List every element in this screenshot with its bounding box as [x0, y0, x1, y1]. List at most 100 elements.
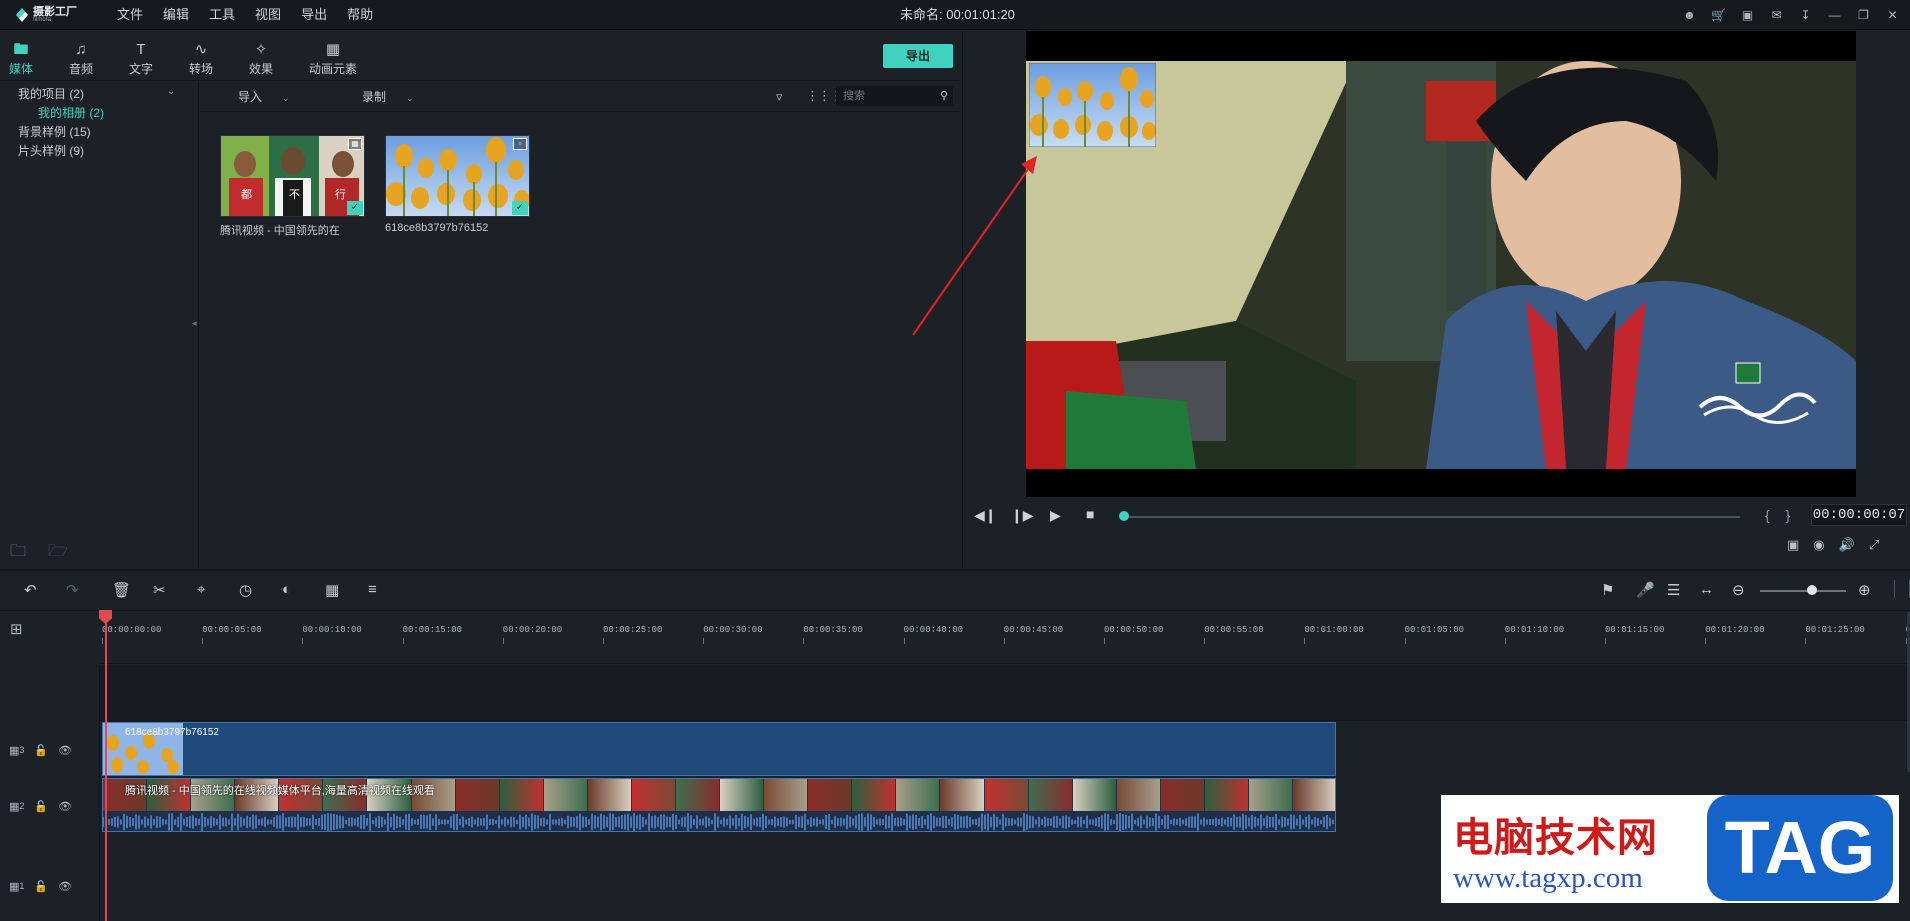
marker-icon[interactable]: ⚑: [1601, 581, 1614, 599]
chevron-down-icon[interactable]: ⌄: [167, 86, 175, 97]
ruler-tick: [302, 638, 304, 644]
ruler-label: 00:00:10:00: [302, 625, 362, 635]
fit-timeline-icon[interactable]: ↔: [1699, 581, 1714, 598]
playhead[interactable]: [105, 612, 107, 921]
zoom-in-icon[interactable]: ⊕: [1858, 581, 1871, 599]
account-icon[interactable]: ☻: [1682, 8, 1697, 23]
tree-background-samples[interactable]: 背景样例 (15): [18, 123, 91, 140]
svg-text:不: 不: [289, 188, 300, 201]
download-icon[interactable]: ↧: [1798, 8, 1813, 23]
green-screen-icon[interactable]: ▦: [325, 581, 339, 599]
scrubber-handle[interactable]: [1119, 511, 1129, 521]
tab-elements[interactable]: ▦ 动画元素: [305, 40, 361, 77]
play-icon[interactable]: ▶: [1050, 507, 1061, 524]
menu-export[interactable]: 导出: [291, 0, 337, 30]
tab-media-label: 媒体: [8, 62, 33, 76]
ruler-tick: [1003, 638, 1005, 644]
media-thumb-video[interactable]: 都 不 行 ▦ ✓: [220, 135, 365, 217]
snapshot-icon[interactable]: ◉: [1813, 537, 1824, 553]
speed-icon[interactable]: ◷: [239, 581, 252, 599]
ruler-label: 00:00:40:00: [903, 625, 964, 635]
tab-media[interactable]: 🖿 媒体: [0, 40, 49, 77]
tree-my-album[interactable]: 我的相册 (2): [38, 104, 104, 121]
tab-effects[interactable]: ✧ 效果: [233, 40, 289, 77]
mixer-icon[interactable]: ☰: [1667, 581, 1680, 599]
add-track-icon[interactable]: ⊞: [10, 620, 23, 638]
timeline-clip-video[interactable]: 腾讯视频 - 中国领先的在线视频媒体平台,海量高清视频在线观看: [102, 778, 1336, 832]
show-logo-watermark: [1698, 362, 1817, 424]
volume-icon[interactable]: 🔊: [1839, 537, 1855, 553]
clip-frame: [1293, 779, 1335, 811]
zoom-slider[interactable]: [1760, 590, 1846, 592]
clip-frame: [1204, 779, 1250, 811]
clip-frame: [631, 779, 677, 811]
export-button[interactable]: 导出: [883, 44, 953, 68]
filter-icon[interactable]: ▿: [776, 89, 783, 105]
document-title: 未命名: 00:01:01:20: [900, 7, 1015, 22]
cart-icon[interactable]: 🛒: [1711, 8, 1726, 23]
save-icon[interactable]: ▣: [1740, 8, 1755, 23]
track-header-3: ▦ 3 🔓 👁: [0, 740, 100, 760]
tree-intro-samples[interactable]: 片头样例 (9): [18, 142, 84, 159]
lock-icon[interactable]: 🔓: [34, 800, 48, 813]
delete-icon[interactable]: 🗑: [112, 581, 131, 599]
menu-help[interactable]: 帮助: [337, 0, 383, 30]
search-icon[interactable]: ⚲: [940, 89, 948, 102]
previous-frame-icon[interactable]: ◀❙: [974, 507, 997, 524]
mail-icon[interactable]: ✉: [1769, 8, 1784, 23]
fullscreen-icon[interactable]: ⤢: [1869, 537, 1879, 553]
ruler-label: 00:01:15:00: [1605, 625, 1665, 635]
minimize-icon[interactable]: —: [1827, 8, 1842, 23]
color-icon[interactable]: ◐: [282, 581, 291, 598]
eye-icon[interactable]: 👁: [58, 880, 72, 893]
ruler-tick: [1304, 638, 1306, 644]
zoom-slider-handle[interactable]: [1807, 585, 1817, 595]
restore-icon[interactable]: ❐: [1856, 8, 1871, 23]
tab-audio[interactable]: ♫ 音频: [53, 40, 109, 77]
menu-tools[interactable]: 工具: [199, 0, 245, 30]
menu-bar: 文件 编辑 工具 视图 导出 帮助: [107, 0, 383, 30]
timeline-clip-image[interactable]: 618ce8b3797b76152: [102, 722, 1336, 776]
cut-icon[interactable]: ✂: [153, 581, 166, 599]
clip-frame: [720, 779, 765, 811]
voiceover-icon[interactable]: 🎤: [1636, 581, 1655, 599]
media-thumb-image[interactable]: ▫ ✓: [385, 135, 530, 217]
menu-view[interactable]: 视图: [245, 0, 291, 30]
preview-timecode[interactable]: 00:00:00:07: [1811, 504, 1907, 526]
folder-icon: 🖿: [13, 41, 29, 58]
menu-edit[interactable]: 编辑: [153, 0, 199, 30]
tab-text[interactable]: T 文字: [113, 40, 169, 77]
pip-tulip-overlay: [1029, 63, 1156, 147]
delete-folder-icon[interactable]: 🗁: [48, 540, 68, 567]
tree-my-projects[interactable]: 我的项目 (2): [18, 85, 84, 102]
search-input[interactable]: [843, 88, 931, 104]
panel-toggle-icon[interactable]: [1894, 580, 1910, 598]
import-dropdown[interactable]: 导入 ⌄: [238, 82, 290, 113]
crop-icon[interactable]: ⌖: [197, 581, 205, 598]
mark-in-out-icon[interactable]: { }: [1765, 507, 1796, 523]
collapse-left-icon[interactable]: ◂: [192, 318, 197, 330]
lock-icon[interactable]: 🔓: [34, 880, 48, 893]
menu-file[interactable]: 文件: [107, 0, 153, 30]
display-settings-icon[interactable]: ▣: [1787, 537, 1799, 553]
close-icon[interactable]: ✕: [1885, 8, 1900, 23]
ruler-label: 00:01:00:00: [1304, 625, 1364, 635]
chevron-down-icon: ⌄: [406, 93, 414, 103]
new-folder-icon[interactable]: 🗀: [10, 540, 26, 567]
timeline-ruler[interactable]: [100, 612, 1910, 664]
adjust-icon[interactable]: ≡: [368, 581, 377, 598]
undo-icon[interactable]: ↶: [24, 581, 37, 599]
ruler-tick: [803, 638, 805, 644]
next-frame-icon[interactable]: ❙▶: [1011, 507, 1034, 524]
preview-scrubber[interactable]: [1122, 516, 1740, 518]
eye-icon[interactable]: 👁: [58, 744, 72, 757]
lock-icon[interactable]: 🔓: [34, 744, 48, 757]
eye-icon[interactable]: 👁: [58, 800, 72, 813]
tab-transition[interactable]: ∿ 转场: [173, 40, 229, 77]
clip-frame: [676, 779, 721, 811]
zoom-out-icon[interactable]: ⊖: [1732, 581, 1745, 599]
stop-icon[interactable]: ■: [1086, 506, 1094, 522]
record-dropdown[interactable]: 录制 ⌄: [362, 82, 414, 113]
redo-icon[interactable]: ↷: [66, 581, 79, 599]
title-bar-icons: ☻ 🛒 ▣ ✉ ↧ — ❐ ✕: [1682, 0, 1900, 30]
